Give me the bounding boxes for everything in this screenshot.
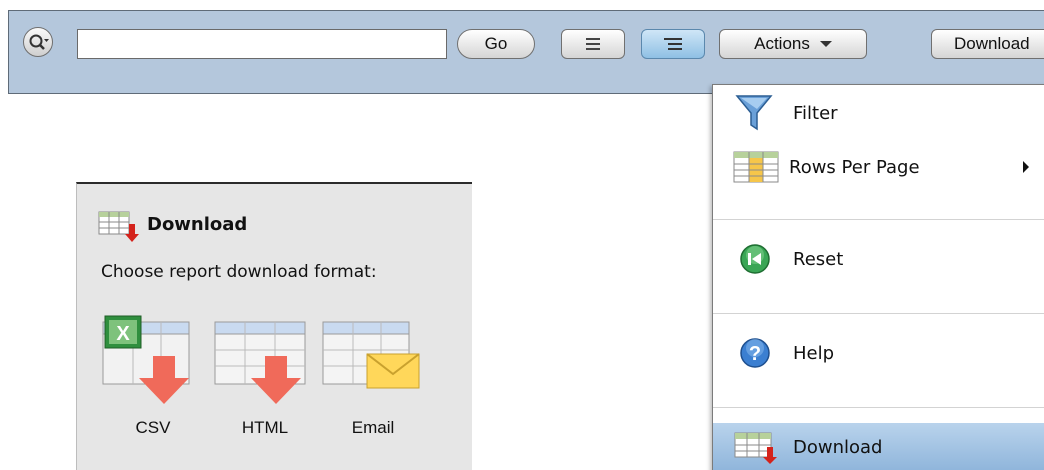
download-panel-title: Download — [147, 214, 248, 235]
actions-menu-button[interactable]: Actions — [719, 29, 867, 59]
download-button-label: Download — [954, 34, 1030, 53]
svg-text:?: ? — [749, 343, 761, 365]
funnel-icon — [735, 95, 773, 131]
detail-view-icon — [664, 38, 682, 50]
view-report-button[interactable] — [561, 29, 625, 59]
page: Go Actions Download Download Choose repo… — [0, 0, 1044, 470]
menu-item-help-label: Help — [793, 342, 835, 364]
list-view-icon — [586, 38, 600, 50]
menu-separator — [713, 407, 1044, 408]
menu-item-reset[interactable]: Reset — [713, 237, 1044, 281]
report-toolbar: Go Actions Download — [8, 10, 1044, 94]
csv-label: CSV — [135, 418, 171, 437]
table-download-icon — [734, 432, 777, 464]
download-format-email[interactable]: Email — [319, 312, 427, 452]
menu-item-rows-label: Rows Per Page — [789, 156, 920, 178]
table-download-icon — [98, 211, 139, 242]
table-download-icon — [214, 321, 306, 404]
download-button[interactable]: Download — [931, 29, 1044, 59]
chevron-right-icon — [1023, 161, 1029, 173]
menu-item-download-label: Download — [793, 436, 883, 458]
download-panel: Download Choose report download format: … — [76, 182, 472, 470]
email-label: Email — [351, 418, 395, 437]
menu-item-filter-label: Filter — [793, 102, 838, 124]
reset-icon — [740, 244, 770, 274]
menu-separator — [713, 313, 1044, 314]
help-icon: ? — [740, 338, 770, 368]
html-label: HTML — [241, 418, 289, 437]
excel-table-download-icon: X — [102, 315, 190, 404]
menu-separator — [713, 219, 1044, 220]
chevron-down-icon — [819, 41, 832, 47]
svg-text:X: X — [116, 323, 130, 345]
table-grid-icon — [733, 151, 779, 183]
search-options-button[interactable] — [23, 27, 53, 57]
menu-item-download[interactable]: Download — [713, 423, 1044, 470]
search-icon — [29, 34, 49, 50]
table-email-icon — [322, 321, 420, 389]
search-input[interactable] — [77, 29, 447, 59]
menu-item-reset-label: Reset — [793, 248, 844, 270]
actions-button-label: Actions — [754, 34, 810, 53]
download-format-prompt: Choose report download format: — [101, 262, 377, 282]
menu-item-help[interactable]: ? Help — [713, 331, 1044, 375]
menu-item-rows-per-page[interactable]: Rows Per Page — [713, 145, 1044, 189]
download-format-html[interactable]: HTML — [211, 312, 319, 452]
menu-item-filter[interactable]: Filter — [713, 91, 1044, 135]
go-button-label: Go — [484, 34, 508, 53]
download-format-csv[interactable]: X CSV — [99, 312, 207, 452]
actions-menu: Filter Rows Per Page Reset ? Help Downlo… — [712, 84, 1044, 470]
view-detail-button[interactable] — [641, 29, 705, 59]
go-button[interactable]: Go — [457, 29, 535, 59]
